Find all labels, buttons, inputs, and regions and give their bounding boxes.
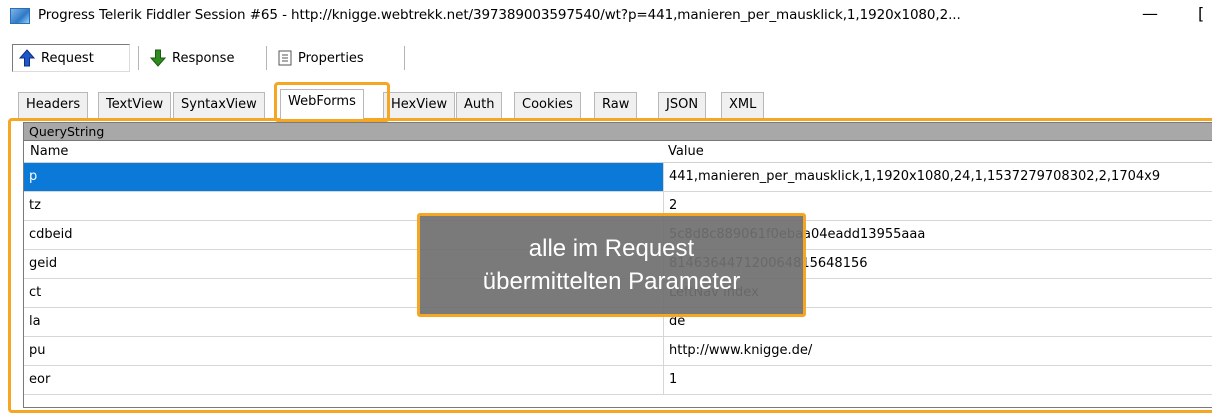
request-button[interactable]: Request	[12, 44, 130, 72]
request-label: Request	[41, 50, 94, 66]
maximize-button[interactable]: [	[1198, 4, 1204, 23]
tab-json[interactable]: JSON	[658, 92, 707, 118]
tab-syntaxview[interactable]: SyntaxView	[173, 92, 265, 118]
tab-cookies[interactable]: Cookies	[514, 92, 581, 118]
minimize-button[interactable]: —	[1142, 4, 1158, 23]
tab-webforms[interactable]: WebForms	[280, 89, 364, 119]
document-icon	[278, 50, 292, 66]
annotation-callout: alle im Request übermittelten Parameter	[417, 213, 806, 317]
callout-line-2: übermittelten Parameter	[482, 268, 741, 295]
response-button[interactable]: Response	[144, 44, 262, 72]
properties-button[interactable]: Properties	[272, 44, 400, 72]
arrow-up-icon	[19, 49, 35, 67]
response-label: Response	[172, 50, 235, 66]
tab-xml[interactable]: XML	[721, 92, 765, 118]
tab-raw[interactable]: Raw	[594, 92, 638, 118]
title-bar: Progress Telerik Fiddler Session #65 - h…	[0, 0, 1212, 32]
properties-label: Properties	[298, 50, 364, 66]
arrow-down-icon	[150, 49, 166, 67]
toolbar-separator	[266, 46, 267, 70]
tab-headers[interactable]: Headers	[18, 92, 89, 118]
toolbar-separator	[138, 46, 139, 70]
tab-hexview[interactable]: HexView	[383, 92, 456, 118]
tab-auth[interactable]: Auth	[456, 92, 503, 118]
tab-textview[interactable]: TextView	[98, 92, 172, 118]
toolbar-separator	[404, 46, 405, 70]
fiddler-app-icon	[10, 8, 30, 24]
callout-line-1: alle im Request	[528, 235, 695, 262]
window-title: Progress Telerik Fiddler Session #65 - h…	[38, 7, 961, 23]
inspector-toolbar: Request Response Properties	[0, 40, 1212, 76]
